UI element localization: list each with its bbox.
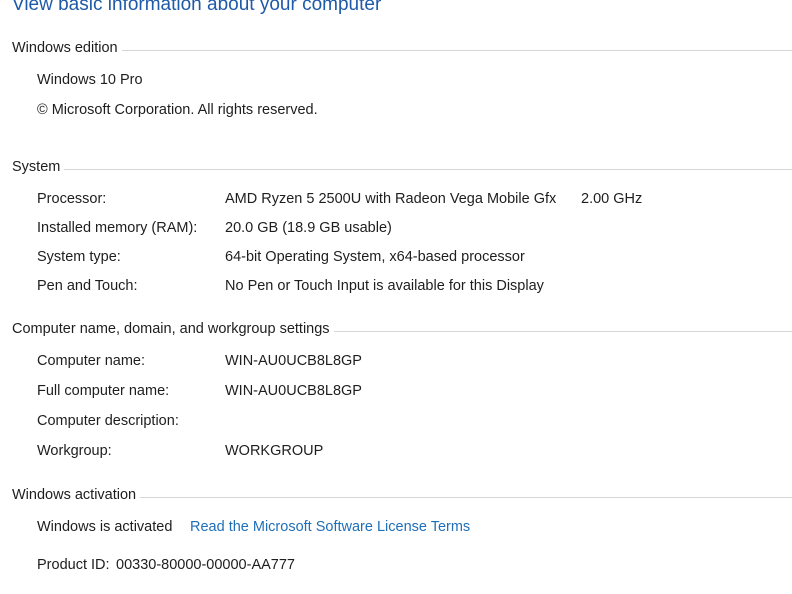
- copyright-text: © Microsoft Corporation. All rights rese…: [37, 102, 318, 118]
- section-divider: [64, 169, 792, 170]
- section-divider: [121, 50, 792, 51]
- section-computer-name: Computer name, domain, and workgroup set…: [12, 319, 792, 339]
- system-type-value: 64-bit Operating System, x64-based proce…: [225, 249, 525, 265]
- edition-name-text: Windows 10 Pro: [37, 72, 143, 88]
- computer-name-label: Computer name:: [37, 353, 145, 369]
- pen-touch-value: No Pen or Touch Input is available for t…: [225, 278, 544, 294]
- ram-label: Installed memory (RAM):: [37, 220, 198, 236]
- full-computer-name-value: WIN-AU0UCB8L8GP: [225, 383, 362, 399]
- page-title: View basic information about your comput…: [12, 0, 382, 15]
- section-divider: [140, 497, 792, 498]
- product-id-label: Product ID:: [37, 557, 110, 573]
- section-system: System: [12, 157, 792, 177]
- processor-value: AMD Ryzen 5 2500U with Radeon Vega Mobil…: [225, 191, 557, 207]
- computer-name-value: WIN-AU0UCB8L8GP: [225, 353, 362, 369]
- workgroup-value: WORKGROUP: [225, 443, 324, 459]
- pen-touch-label: Pen and Touch:: [37, 278, 138, 294]
- section-title-windows-edition: Windows edition: [12, 40, 118, 56]
- ram-value: 20.0 GB (18.9 GB usable): [225, 220, 392, 236]
- system-type-label: System type:: [37, 249, 121, 265]
- product-id-value: 00330-80000-00000-AA777: [116, 557, 295, 573]
- workgroup-label: Workgroup:: [37, 443, 112, 459]
- section-divider: [333, 331, 792, 332]
- full-computer-name-label: Full computer name:: [37, 383, 170, 399]
- section-title-windows-activation: Windows activation: [12, 487, 137, 503]
- computer-description-label: Computer description:: [37, 413, 179, 429]
- section-windows-activation: Windows activation: [12, 485, 792, 505]
- processor-label: Processor:: [37, 191, 107, 207]
- section-title-computer-name: Computer name, domain, and workgroup set…: [12, 321, 330, 337]
- section-windows-edition: Windows edition: [12, 38, 792, 58]
- activation-status-text: Windows is activated: [37, 519, 173, 535]
- section-title-system: System: [12, 159, 61, 175]
- license-terms-link[interactable]: Read the Microsoft Software License Term…: [190, 517, 470, 537]
- processor-speed: 2.00 GHz: [581, 191, 643, 207]
